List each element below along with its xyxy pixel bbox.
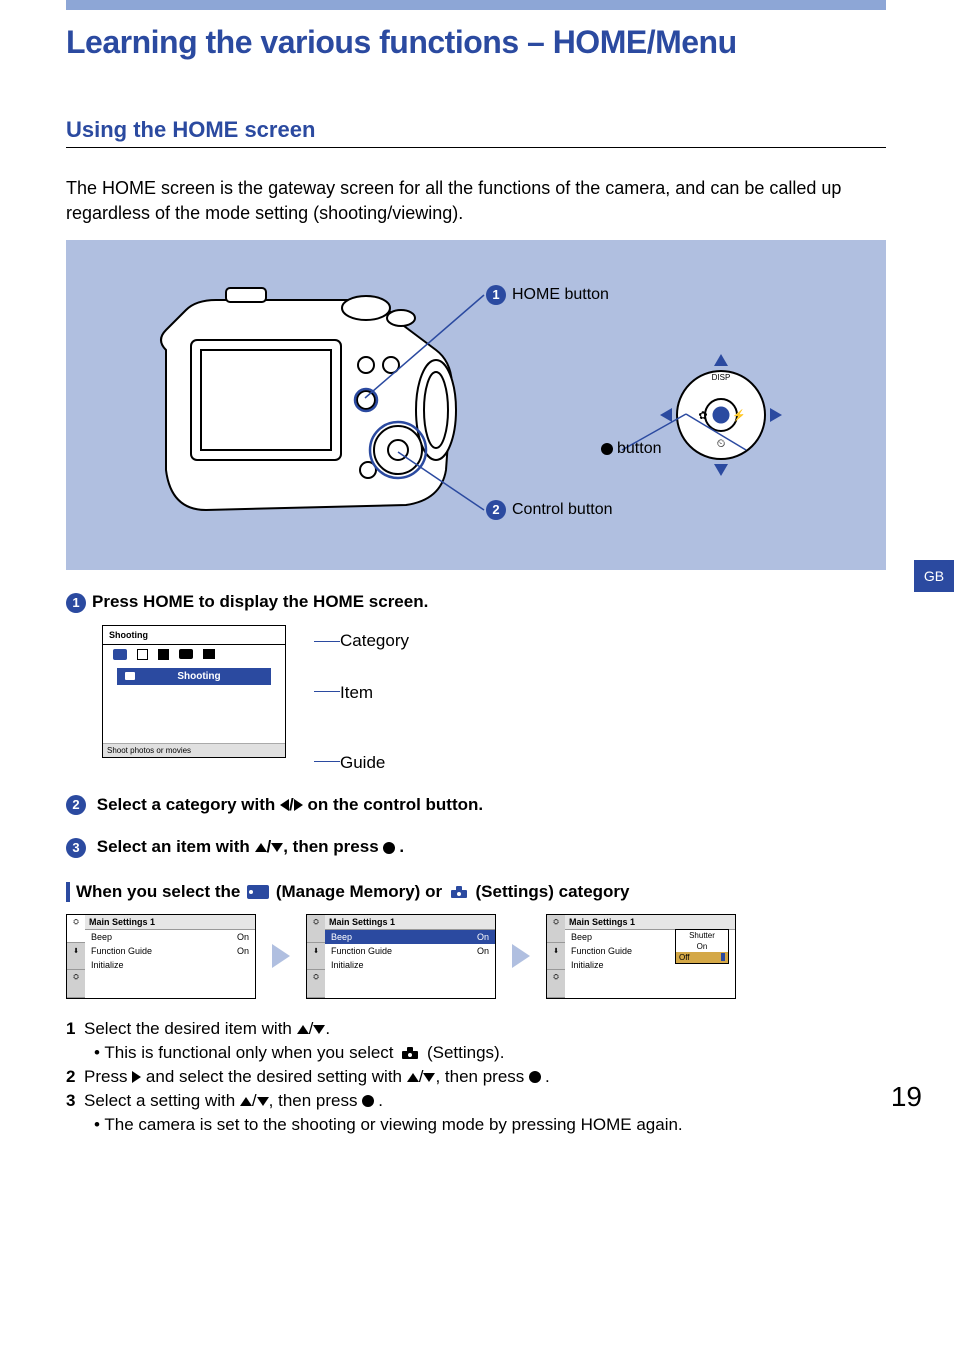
down-triangle-icon (313, 1025, 325, 1034)
toolbox-icon (203, 649, 215, 659)
center-dot-icon (529, 1071, 541, 1083)
center-dot-icon (601, 443, 613, 455)
step-1: 1Press HOME to display the HOME screen. (66, 592, 886, 613)
section-title: Using the HOME screen (66, 117, 886, 148)
home-screen-mock-row: Shooting Shooting Shoot photos or movies… (102, 625, 886, 773)
annotation-item: Item (340, 683, 373, 703)
print-icon (158, 649, 169, 660)
right-triangle-icon (294, 799, 303, 811)
down-triangle-icon (257, 1097, 269, 1106)
left-triangle-icon (280, 799, 289, 811)
step-number-1: 1 (66, 593, 86, 613)
locale-tab: GB (914, 560, 954, 592)
settings-screen-2: ⛭⬇⛭ Main Settings 1 BeepOn Function Guid… (306, 914, 496, 999)
number-badge-2: 2 (486, 500, 506, 520)
step-number-2: 2 (66, 795, 86, 815)
step-number-3: 3 (66, 838, 86, 858)
page-title: Learning the various functions – HOME/Me… (66, 24, 886, 61)
callout-home-button: 1HOME button (486, 285, 609, 305)
leader-lines (66, 240, 886, 570)
down-triangle-icon (271, 843, 283, 852)
annotation-category: Category (340, 631, 409, 651)
mock-guide-text: Shoot photos or movies (103, 743, 285, 757)
top-accent-bar (66, 0, 886, 10)
settings-popup: Shutter On Off (675, 929, 729, 964)
center-dot-icon (362, 1095, 374, 1107)
play-icon (137, 649, 148, 660)
annotation-guide: Guide (340, 753, 385, 773)
camera-icon (113, 649, 127, 660)
settings-screens-row: ⛭⬇⛭ Main Settings 1 BeepOn Function Guid… (66, 914, 886, 999)
flow-arrow-icon (512, 944, 530, 968)
subheading: When you select the (Manage Memory) or (… (66, 882, 886, 902)
mock-selected-item: Shooting (117, 668, 271, 685)
step-3: 3 Select an item with /, then press . (66, 837, 886, 858)
callout-control-button: 2Control button (486, 500, 613, 520)
substep-list: 1Select the desired item with /. • This … (66, 1019, 886, 1135)
down-triangle-icon (423, 1073, 435, 1082)
memory-icon (179, 649, 193, 659)
home-screen-mock: Shooting Shooting Shoot photos or movies (102, 625, 286, 758)
page-number: 19 (891, 1081, 922, 1113)
up-triangle-icon (255, 843, 267, 852)
up-triangle-icon (240, 1097, 252, 1106)
intro-text: The HOME screen is the gateway screen fo… (66, 176, 886, 226)
settings-screen-1: ⛭⬇⛭ Main Settings 1 BeepOn Function Guid… (66, 914, 256, 999)
number-badge-1: 1 (486, 285, 506, 305)
settings-icon (400, 1046, 420, 1060)
settings-screen-3: ⛭⬇⛭ Main Settings 1 Beep◀ Function Guide… (546, 914, 736, 999)
manage-memory-icon (247, 885, 269, 899)
settings-icon (449, 885, 469, 899)
flow-arrow-icon (272, 944, 290, 968)
up-triangle-icon (297, 1025, 309, 1034)
camera-diagram: DISP ✿ ⚡ ⏲ 1HOME button button 2Control … (66, 240, 886, 570)
center-dot-icon (383, 842, 395, 854)
right-triangle-icon (132, 1071, 141, 1083)
step-2: 2 Select a category with / on the contro… (66, 795, 886, 816)
callout-center-button: button (601, 440, 661, 458)
up-triangle-icon (407, 1073, 419, 1082)
camera-small-icon (125, 672, 135, 680)
mock-top-label: Shooting (109, 630, 148, 640)
